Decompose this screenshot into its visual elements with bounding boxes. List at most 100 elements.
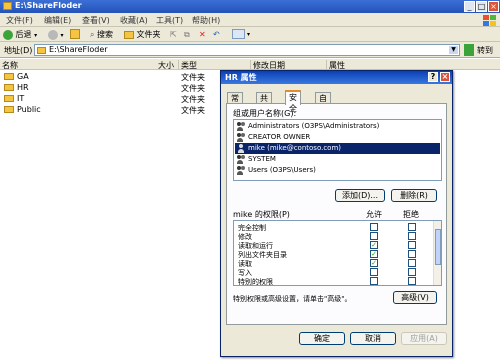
- tab-security[interactable]: 安全: [285, 90, 301, 113]
- deny-column-label: 拒绝: [403, 210, 419, 219]
- windows-logo-icon: [482, 14, 496, 26]
- undo-icon[interactable]: ↶: [213, 29, 220, 40]
- window-titlebar: E:\ShareFloder _ □ ×: [0, 0, 500, 13]
- delete-icon[interactable]: ✕: [199, 29, 206, 40]
- forward-arrow-icon: [48, 29, 58, 40]
- toolbar: 后退 ▾ ▾ ⌕ 搜索 文件夹 ⇱ ⧉ ✕ ↶ ▾: [0, 27, 500, 42]
- window-title: E:\ShareFloder: [15, 1, 82, 10]
- remove-button[interactable]: 删除(R): [391, 189, 437, 202]
- copy-to-icon[interactable]: ⧉: [184, 29, 190, 40]
- column-name[interactable]: 名称: [0, 60, 178, 70]
- permission-name: 特别的权限: [238, 278, 273, 286]
- menu-help[interactable]: 帮助(H): [192, 15, 220, 26]
- deny-checkbox[interactable]: [408, 241, 416, 249]
- allow-checkbox[interactable]: [370, 268, 378, 276]
- list-item[interactable]: IT 文件夹: [0, 93, 240, 104]
- views-dropdown-icon[interactable]: ▾: [247, 29, 250, 40]
- search-button[interactable]: ⌕ 搜索: [90, 29, 113, 40]
- list-item[interactable]: Public 文件夹: [0, 104, 240, 115]
- file-name: Public: [17, 105, 41, 114]
- search-icon: ⌕: [90, 30, 95, 39]
- address-value: E:\ShareFloder: [49, 45, 108, 54]
- user-item[interactable]: Administrators (O3PS\Administrators): [235, 121, 440, 132]
- user-item[interactable]: CREATOR OWNER: [235, 132, 440, 143]
- go-arrow-icon[interactable]: [464, 44, 474, 56]
- folder-icon: [4, 95, 14, 102]
- file-name: HR: [17, 83, 29, 92]
- go-button[interactable]: 转到: [477, 45, 493, 56]
- maximize-button[interactable]: □: [476, 1, 487, 12]
- user-name: Users (O3PS\Users): [248, 166, 316, 174]
- advanced-hint: 特别权限或高级设置，请单击"高级"。: [233, 295, 352, 303]
- deny-checkbox[interactable]: [408, 232, 416, 240]
- deny-checkbox[interactable]: [408, 268, 416, 276]
- folder-icon: [37, 47, 46, 54]
- cancel-button[interactable]: 取消: [350, 332, 396, 345]
- user-name: mike (mike@contoso.com): [248, 144, 342, 152]
- allow-column-label: 允许: [366, 210, 382, 219]
- address-dropdown-icon[interactable]: ▼: [449, 46, 458, 54]
- group-icon: [237, 122, 245, 131]
- deny-checkbox[interactable]: [408, 277, 416, 285]
- folders-icon: [124, 30, 134, 39]
- menu-tools[interactable]: 工具(T): [156, 15, 183, 26]
- allow-checkbox[interactable]: ✓: [370, 241, 378, 249]
- list-header: 名称 大小 类型 修改日期 属性: [0, 59, 500, 70]
- dialog-close-button[interactable]: ×: [440, 72, 450, 82]
- search-label: 搜索: [97, 30, 114, 39]
- user-item[interactable]: Users (O3PS\Users): [235, 165, 440, 176]
- folder-icon: [4, 84, 14, 91]
- group-icon: [237, 166, 245, 175]
- user-item[interactable]: SYSTEM: [235, 154, 440, 165]
- move-to-icon[interactable]: ⇱: [170, 29, 177, 40]
- deny-checkbox[interactable]: [408, 259, 416, 267]
- address-input[interactable]: E:\ShareFloder ▼: [34, 44, 460, 56]
- groups-label: 组或用户名称(G):: [233, 109, 297, 118]
- ok-button[interactable]: 确定: [299, 332, 345, 345]
- forward-button[interactable]: ▾: [48, 29, 64, 40]
- permissions-label: mike 的权限(P): [233, 210, 290, 219]
- menu-favorites[interactable]: 收藏(A): [120, 15, 148, 26]
- security-panel: 组或用户名称(G): Administrators (O3PS\Administ…: [226, 103, 447, 325]
- folders-label: 文件夹: [136, 30, 161, 39]
- user-item[interactable]: mike (mike@contoso.com): [235, 143, 440, 154]
- list-item[interactable]: GA 文件夹: [0, 71, 240, 82]
- close-button[interactable]: ×: [488, 1, 499, 12]
- deny-checkbox[interactable]: [408, 250, 416, 258]
- group-icon: [237, 155, 245, 164]
- back-button[interactable]: 后退 ▾: [3, 29, 37, 40]
- file-name: GA: [17, 72, 29, 81]
- user-icon: [237, 144, 245, 153]
- views-icon[interactable]: [232, 29, 245, 39]
- help-button[interactable]: ?: [428, 72, 438, 82]
- user-list[interactable]: Administrators (O3PS\Administrators) CRE…: [233, 119, 442, 181]
- deny-checkbox[interactable]: [408, 223, 416, 231]
- folders-button[interactable]: 文件夹: [124, 29, 161, 40]
- advanced-button[interactable]: 高级(V): [393, 291, 437, 304]
- column-size[interactable]: 大小: [156, 60, 178, 70]
- menu-edit[interactable]: 编辑(E): [44, 15, 71, 26]
- menu-view[interactable]: 查看(V): [82, 15, 110, 26]
- group-icon: [237, 133, 245, 142]
- allow-checkbox[interactable]: ✓: [370, 259, 378, 267]
- minimize-button[interactable]: _: [464, 1, 475, 12]
- allow-checkbox[interactable]: ✓: [370, 250, 378, 258]
- address-label: 地址(D): [4, 46, 33, 55]
- scrollbar-thumb[interactable]: [435, 229, 441, 265]
- allow-checkbox[interactable]: [370, 223, 378, 231]
- column-modified[interactable]: 修改日期: [250, 60, 326, 70]
- column-type[interactable]: 类型: [178, 60, 250, 70]
- menu-file[interactable]: 文件(F): [6, 15, 33, 26]
- apply-button[interactable]: 应用(A): [401, 332, 447, 345]
- dialog-title: HR 属性: [225, 73, 257, 82]
- add-button[interactable]: 添加(D)...: [335, 189, 385, 202]
- list-item[interactable]: HR 文件夹: [0, 82, 240, 93]
- folder-icon: [3, 2, 12, 10]
- up-folder-icon[interactable]: [70, 29, 80, 39]
- user-name: SYSTEM: [248, 155, 276, 163]
- allow-checkbox[interactable]: [370, 232, 378, 240]
- permissions-list: 完全控制 修改 读取和运行 ✓ 列出文件夹目录 ✓ 读取 ✓ 写入 特别的权限: [233, 220, 442, 286]
- allow-checkbox[interactable]: [370, 277, 378, 285]
- permissions-scrollbar[interactable]: [433, 221, 441, 285]
- column-attributes[interactable]: 属性: [326, 60, 366, 70]
